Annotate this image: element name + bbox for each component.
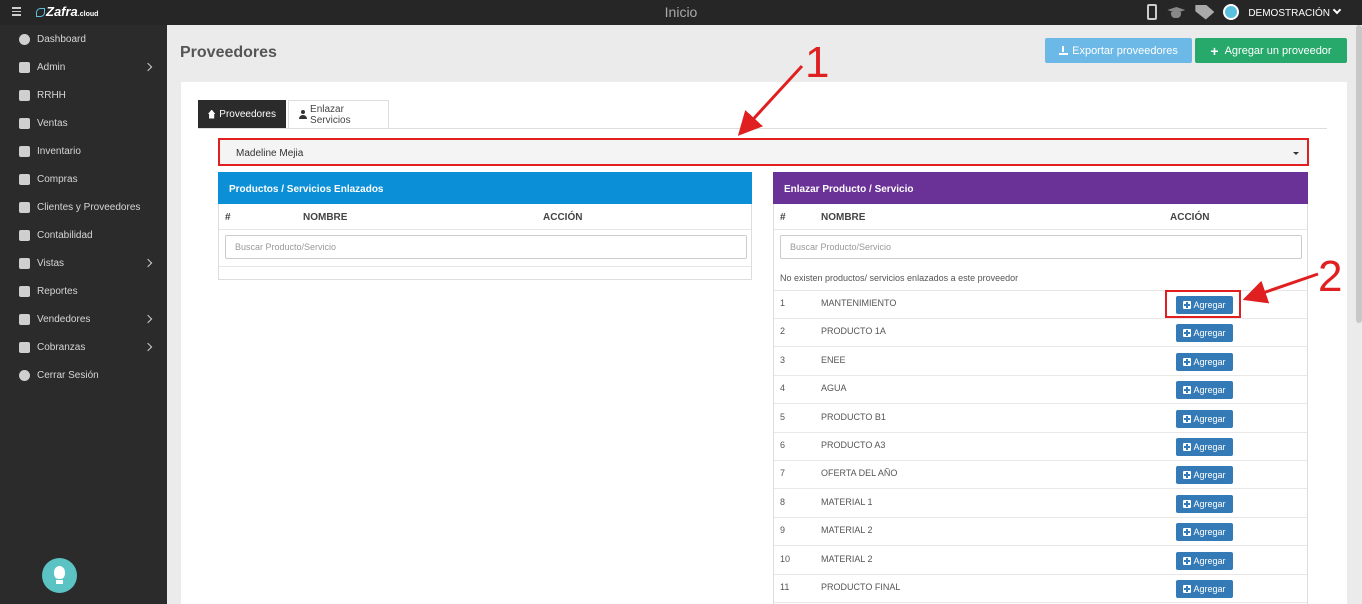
annotation-label-2: 2 <box>1318 252 1343 301</box>
arrow-1 <box>737 64 804 136</box>
annotation-label-1: 1 <box>805 38 830 87</box>
annotation-arrows <box>737 64 1319 304</box>
scrollbar[interactable] <box>1356 25 1362 323</box>
arrow-2 <box>1242 272 1319 304</box>
